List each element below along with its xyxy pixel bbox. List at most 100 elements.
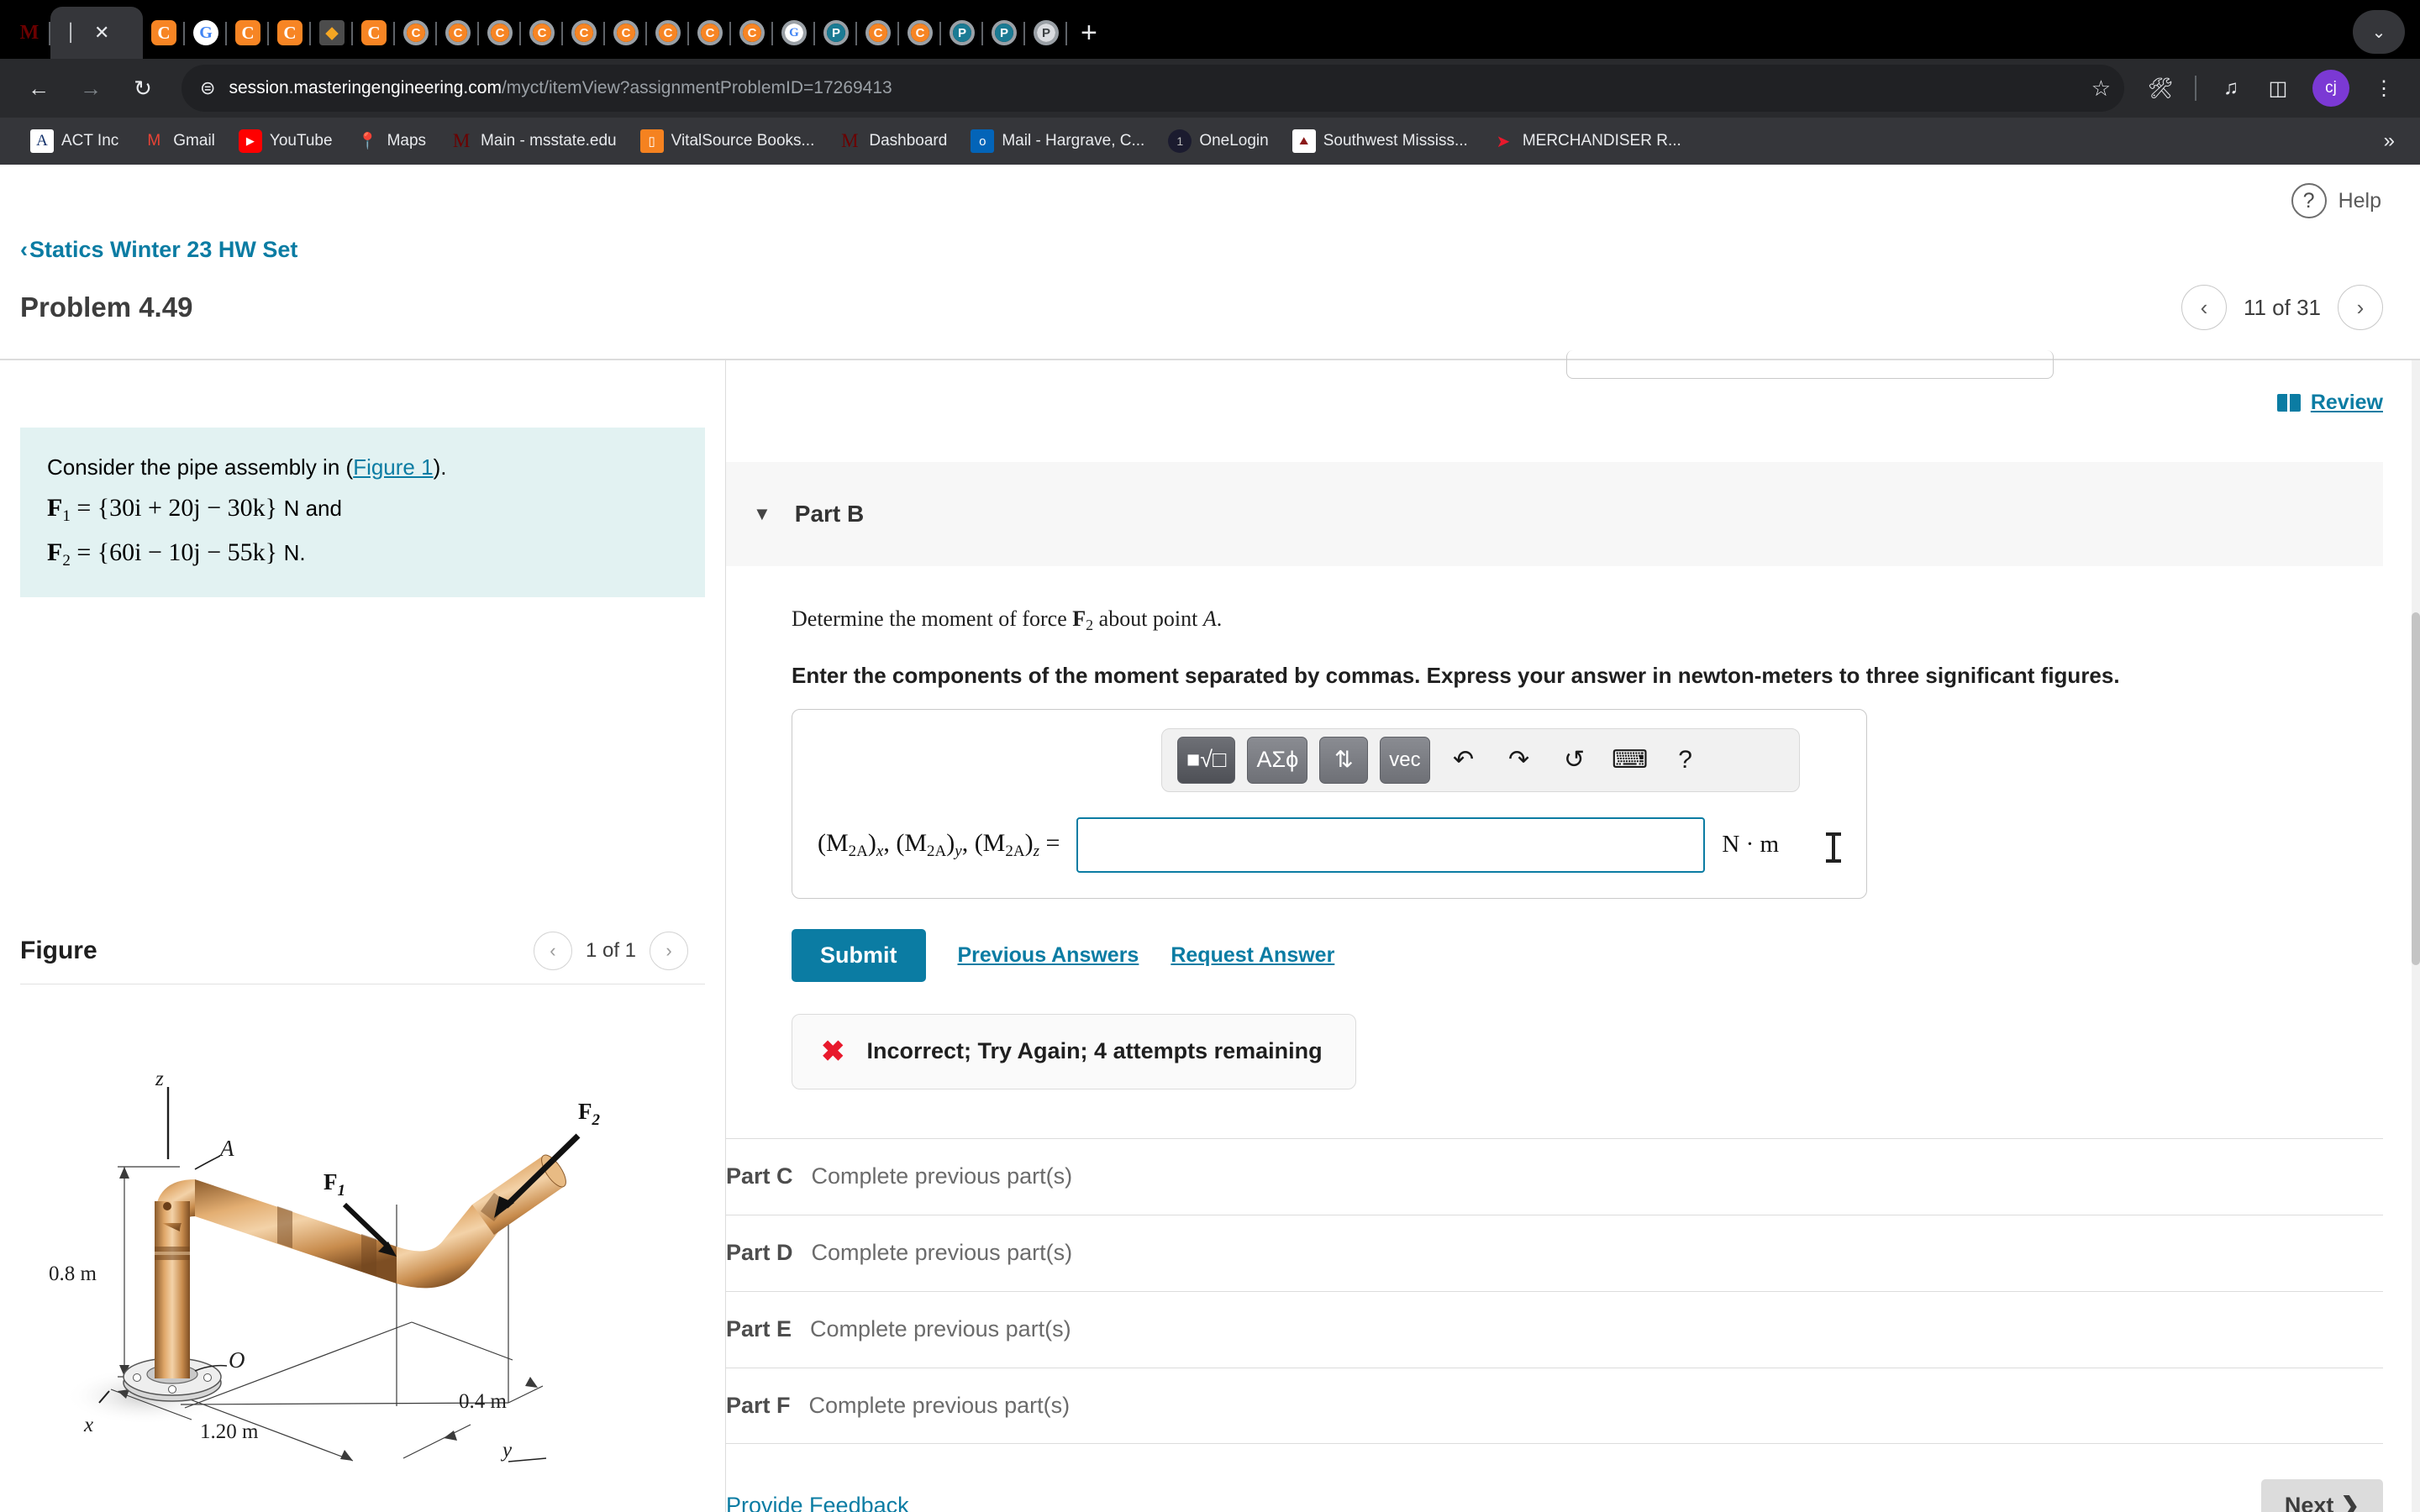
vector-button[interactable]: vec — [1380, 736, 1430, 784]
help-button[interactable]: ? Help — [2291, 183, 2381, 218]
browser-tab[interactable]: C — [353, 7, 395, 59]
request-answer-link[interactable]: Request Answer — [1171, 943, 1334, 968]
feedback-banner: ✖ Incorrect; Try Again; 4 attempts remai… — [792, 1013, 1356, 1089]
scrollbar-thumb[interactable] — [2412, 612, 2420, 965]
browser-tab[interactable]: C — [269, 7, 311, 59]
browser-tab[interactable]: C — [689, 7, 731, 59]
previous-answers-link[interactable]: Previous Answers — [958, 943, 1139, 968]
figure-prev-button[interactable]: ‹ — [533, 931, 572, 970]
browser-tab[interactable]: C — [479, 7, 521, 59]
browser-menu-icon[interactable]: ⋮ — [2363, 67, 2405, 109]
bookmark-onelogin[interactable]: 1 OneLogin — [1156, 124, 1280, 158]
reading-list-icon[interactable]: ♫ — [2210, 67, 2252, 109]
bookmark-main-msstate[interactable]: M Main - msstate.edu — [438, 124, 629, 158]
forward-button[interactable]: → — [67, 65, 114, 112]
figure-link[interactable]: Figure 1 — [353, 454, 433, 480]
new-tab-button[interactable]: + — [1067, 18, 1114, 59]
submit-button[interactable]: Submit — [792, 928, 926, 982]
part-row[interactable]: Part C Complete previous part(s) — [726, 1137, 2383, 1215]
browser-tab-active[interactable]: │ ✕ — [50, 7, 143, 59]
browser-tab[interactable]: M — [8, 7, 50, 59]
browser-tab[interactable]: P — [983, 7, 1025, 59]
reload-button[interactable]: ↻ — [119, 65, 166, 112]
browser-tab[interactable]: ◆ — [311, 7, 353, 59]
address-bar[interactable]: ⊜ session.masteringengineering.com/myct/… — [182, 65, 2124, 112]
undo-button[interactable]: ↶ — [1442, 745, 1486, 774]
back-button[interactable]: ← — [15, 65, 62, 112]
chevron-down-icon[interactable]: ▼ — [753, 503, 771, 525]
provide-feedback-link[interactable]: Provide Feedback — [726, 1493, 909, 1512]
part-row[interactable]: Part F Complete previous part(s) — [726, 1367, 2383, 1444]
browser-tab[interactable]: C — [395, 7, 437, 59]
browser-tab[interactable]: C — [143, 7, 185, 59]
browser-toolbar: ← → ↻ ⊜ session.masteringengineering.com… — [0, 59, 2420, 118]
next-button[interactable]: Next ❯ — [2260, 1478, 2383, 1512]
bookmark-gmail[interactable]: M Gmail — [130, 124, 227, 158]
reset-button[interactable]: ↺ — [1553, 745, 1597, 774]
side-panel-icon[interactable]: ◫ — [2257, 67, 2299, 109]
onelogin-icon: 1 — [1168, 129, 1192, 153]
sort-order-button[interactable]: ⇅ — [1319, 736, 1369, 784]
bookmark-merchandiser[interactable]: ➤ MERCHANDISER R... — [1480, 124, 1693, 158]
answer-input[interactable] — [1076, 816, 1706, 873]
browser-tab[interactable]: P — [1025, 7, 1067, 59]
breadcrumb-link[interactable]: ‹ Statics Winter 23 HW Set — [20, 237, 297, 263]
part-b-instruction: Enter the components of the moment separ… — [792, 662, 2120, 688]
bookmark-southwest-mississippi[interactable]: ⛰ Southwest Mississ... — [1281, 124, 1480, 158]
force-1-unit: N and — [283, 495, 342, 521]
label-part-7: y — [955, 842, 962, 860]
part-row[interactable]: Part E Complete previous part(s) — [726, 1290, 2383, 1368]
review-button[interactable]: Review — [2276, 391, 2383, 415]
browser-tab[interactable]: C — [437, 7, 479, 59]
figure-next-button[interactable]: › — [650, 931, 688, 970]
bookmark-act-inc[interactable]: A ACT Inc — [18, 124, 130, 158]
math-help-button[interactable]: ? — [1664, 746, 1707, 774]
avatar[interactable]: cj — [2312, 70, 2349, 107]
greek-symbols-button[interactable]: ΑΣϕ — [1247, 736, 1308, 784]
browser-tab[interactable]: C — [605, 7, 647, 59]
label-part-2: ) — [867, 828, 876, 857]
browser-tab[interactable]: C — [857, 7, 899, 59]
smcc-icon: ⛰ — [1292, 129, 1316, 153]
bookmark-youtube[interactable]: ▶ YouTube — [227, 124, 345, 158]
browser-tab[interactable]: G — [185, 7, 227, 59]
browser-tab[interactable]: G — [773, 7, 815, 59]
part-b-header[interactable]: ▼ Part B — [726, 461, 2383, 566]
scrollbar-track[interactable] — [2412, 360, 2420, 1512]
browser-tab[interactable]: C — [227, 7, 269, 59]
bookmark-star-icon[interactable]: ☆ — [2076, 76, 2111, 102]
footer-row: Provide Feedback Next ❯ — [726, 1478, 2383, 1512]
chevron-down-icon[interactable]: ⌄ — [2353, 10, 2405, 54]
bookmark-vitalsource[interactable]: ▯ VitalSource Books... — [629, 124, 827, 158]
force-2-unit: N. — [283, 540, 306, 565]
browser-tab[interactable]: C — [899, 7, 941, 59]
template-button[interactable]: ■√□ — [1177, 736, 1236, 784]
label-part-8: , (M — [961, 828, 1006, 857]
browser-tab[interactable]: C — [731, 7, 773, 59]
keyboard-button[interactable]: ⌨ — [1608, 745, 1652, 774]
browser-tab[interactable]: P — [815, 7, 857, 59]
pearson-ring-icon: P — [992, 20, 1017, 45]
extensions-icon[interactable]: 🛠 — [2139, 67, 2181, 109]
browser-tab[interactable]: C — [647, 7, 689, 59]
dim-height-label: 0.8 m — [49, 1263, 97, 1285]
close-icon[interactable]: ✕ — [94, 24, 109, 42]
bookmark-mail-hargrave[interactable]: o Mail - Hargrave, C... — [959, 124, 1156, 158]
part-name: Part F — [726, 1392, 791, 1418]
bookmarks-overflow-icon[interactable]: » — [2384, 129, 2402, 153]
browser-tab[interactable]: P — [941, 7, 983, 59]
page-title: Problem 4.49 — [20, 291, 193, 323]
bookmark-dashboard[interactable]: M Dashboard — [826, 124, 959, 158]
browser-chrome: M │ ✕ C G C C ◆ C C C C C C C C C C G P … — [0, 0, 2420, 165]
bookmark-maps[interactable]: 📍 Maps — [345, 124, 438, 158]
browser-tab[interactable]: C — [521, 7, 563, 59]
prev-problem-button[interactable]: ‹ — [2181, 285, 2227, 330]
next-problem-button[interactable]: › — [2338, 285, 2383, 330]
figure-image[interactable]: z x y A O F1 F2 0.8 m 1.20 m 0.4 m — [0, 995, 725, 1465]
tune-icon[interactable]: ⊜ — [200, 77, 215, 99]
body-split: Consider the pipe assembly in (Figure 1)… — [0, 349, 2420, 1512]
other-parts-list: Part C Complete previous part(s) Part D … — [726, 1137, 2383, 1444]
redo-button[interactable]: ↷ — [1497, 745, 1541, 774]
browser-tab[interactable]: C — [563, 7, 605, 59]
part-row[interactable]: Part D Complete previous part(s) — [726, 1214, 2383, 1291]
